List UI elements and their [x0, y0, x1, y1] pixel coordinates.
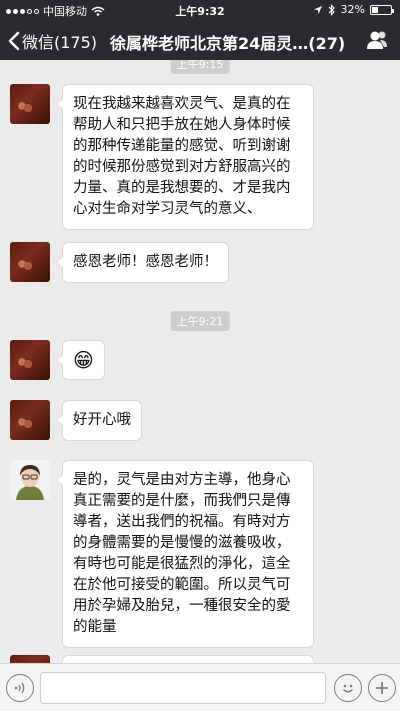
timestamp: 上午9:21 [170, 311, 230, 331]
emoji-icon [342, 684, 354, 693]
battery-icon [370, 4, 394, 15]
people-icon[interactable] [366, 30, 388, 50]
status-bar: 中国移动 上午9:32 32% [0, 0, 400, 20]
battery-percent: 32% [340, 3, 365, 16]
input-bar [0, 663, 400, 711]
message-bubble[interactable]: 好开心哦 [56, 400, 142, 441]
hands-avatar[interactable] [10, 400, 50, 440]
voice-icon [14, 682, 25, 694]
message-input[interactable] [40, 672, 326, 704]
battery-fill [372, 6, 378, 13]
message-bubble[interactable] [62, 655, 314, 663]
message-bubble[interactable]: 是的，灵气是由对方主導，他身心真正需要的是什麼，而我們只是傳導者，送出我們的祝福… [56, 460, 314, 648]
emoji-bubble[interactable]: 😁 [56, 340, 105, 380]
hands-avatar[interactable] [10, 340, 50, 380]
message-bubble[interactable]: 现在我越来越喜欢灵气、是真的在帮助人和只把手放在她人身体时候的那种传递能量的感觉… [56, 84, 314, 230]
woman-avatar[interactable] [10, 460, 50, 500]
back-label: 微信(175) [22, 33, 98, 52]
chat-title: 徐属桦老师北京第24届灵…(27) [110, 34, 346, 53]
emoji-button[interactable] [334, 674, 362, 702]
bluetooth-icon [328, 3, 335, 16]
message-bubble[interactable]: 感恩老师！感恩老师！ [56, 242, 229, 283]
top-bar: 中国移动 上午9:32 32% 微信(175) 徐属桦老师北京第24届灵…(27… [0, 0, 400, 60]
hands-avatar[interactable] [10, 655, 50, 663]
hands-avatar[interactable] [10, 242, 50, 282]
plus-icon [376, 682, 388, 694]
hands-avatar[interactable] [10, 84, 50, 124]
voice-button[interactable] [6, 674, 34, 702]
plus-button[interactable] [368, 674, 396, 702]
location-icon [313, 5, 322, 14]
back-button[interactable]: 微信(175) [8, 29, 97, 53]
chat-area[interactable]: 上午9:15 现在我越来越喜欢灵气、是真的在帮助人和只把手放在她人身体时候的那种… [0, 60, 400, 663]
nav-bar: 微信(175) 徐属桦老师北京第24届灵…(27) [0, 20, 400, 60]
timestamp: 上午9:15 [170, 60, 230, 74]
chevron-left-icon [8, 31, 20, 51]
